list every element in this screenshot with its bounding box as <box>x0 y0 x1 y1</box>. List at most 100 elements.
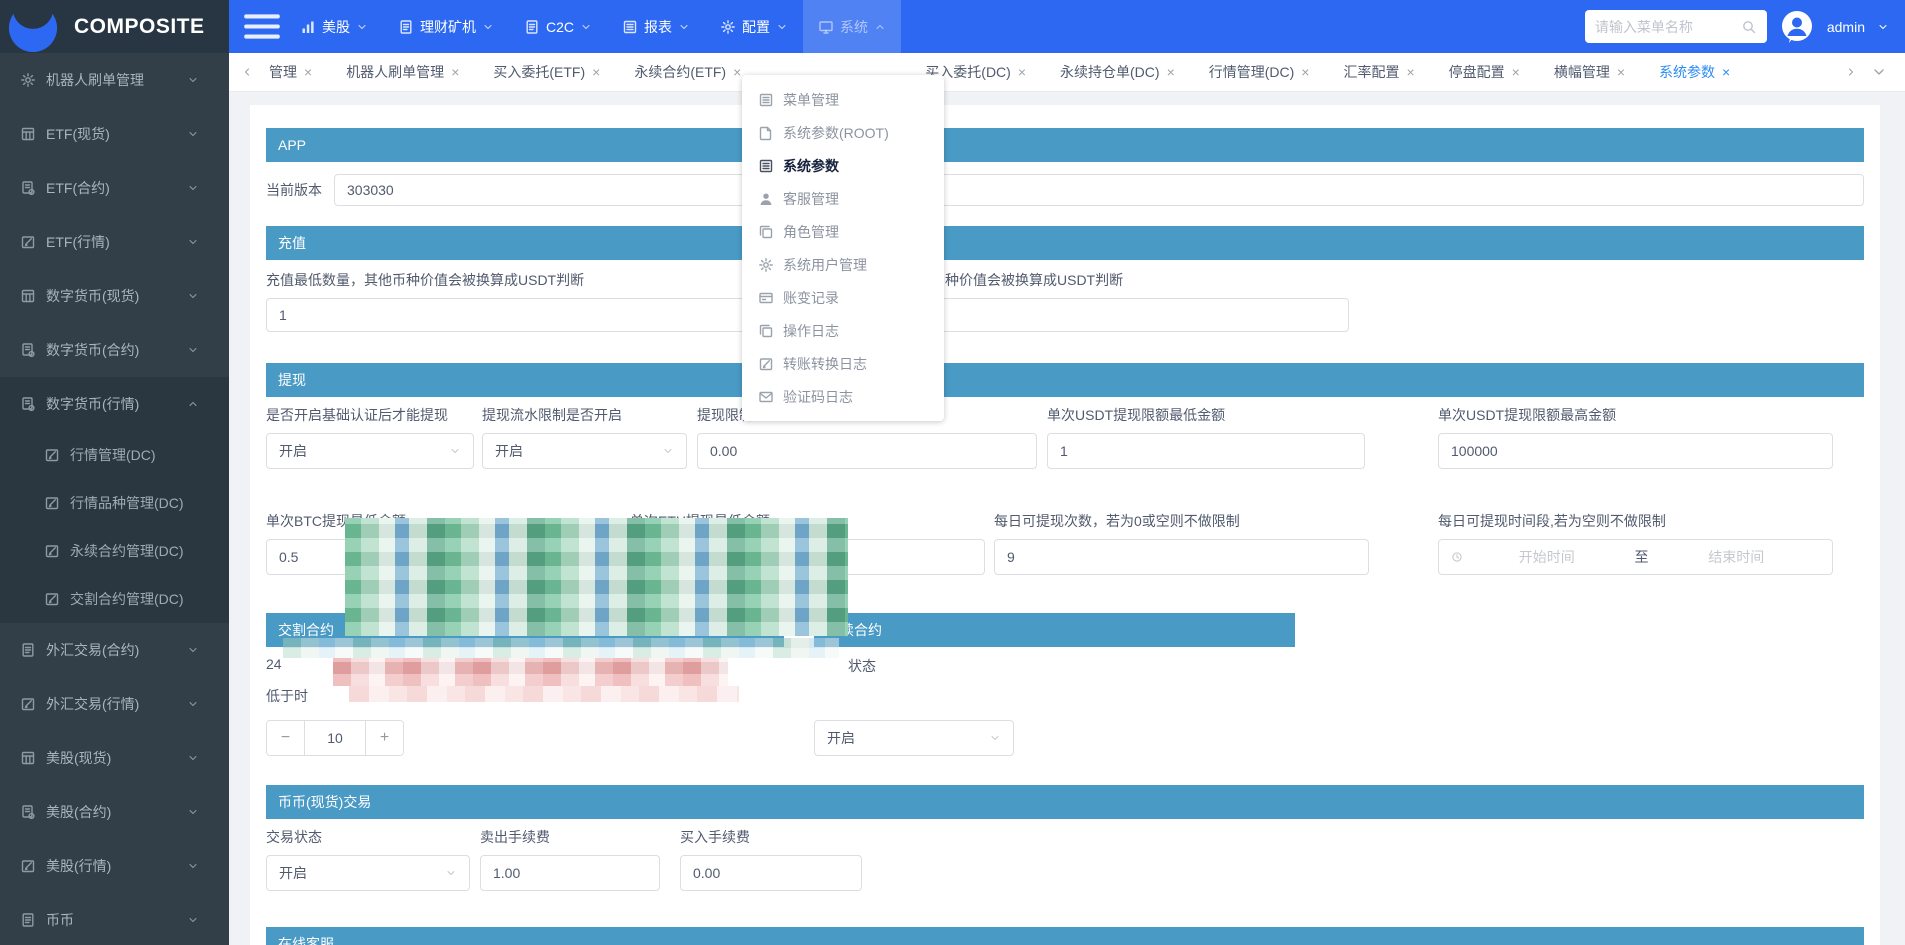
recharge-min-input[interactable]: 1 <box>266 298 801 332</box>
top-nav-item[interactable]: 报表 <box>607 0 705 53</box>
tab-close-icon[interactable]: × <box>304 64 312 80</box>
tab[interactable]: 永续合约(ETF) × <box>634 62 741 82</box>
withdraw-time-range-picker[interactable]: 开始时间 至 结束时间 <box>1438 539 1833 575</box>
sidebar-item[interactable]: 美股(行情) <box>0 839 229 893</box>
tab-close-icon[interactable]: × <box>451 64 459 80</box>
list-icon <box>622 19 638 35</box>
sidebar-item[interactable]: ETF(合约) <box>0 161 229 215</box>
eth-min-input[interactable] <box>630 539 985 575</box>
tab[interactable]: 机器人刷单管理 × <box>346 62 459 82</box>
tab-close-icon[interactable]: × <box>1722 64 1730 80</box>
start-time-placeholder[interactable]: 开始时间 <box>1463 547 1631 567</box>
sidebar-item-digital-currency-quotes[interactable]: 数字货币(行情) <box>0 377 229 431</box>
sidebar-item[interactable]: 外汇交易(行情) <box>0 677 229 731</box>
dropdown-menu-item[interactable]: 系统用户管理 <box>742 248 944 281</box>
top-nav-item[interactable]: 系统 <box>803 0 901 53</box>
username[interactable]: admin <box>1827 19 1865 35</box>
dropdown-menu-item[interactable]: 角色管理 <box>742 215 944 248</box>
top-nav-item-label: 配置 <box>742 17 770 37</box>
chevron-down-icon <box>187 128 199 140</box>
sidebar-item[interactable]: 数字货币(合约) <box>0 323 229 377</box>
avatar[interactable] <box>1779 9 1815 45</box>
sidebar-sub-item[interactable]: 行情品种管理(DC) <box>0 479 229 527</box>
dropdown-menu-item[interactable]: 验证码日志 <box>742 380 944 413</box>
sidebar-item[interactable]: 数字货币(现货) <box>0 269 229 323</box>
sidebar-item[interactable]: 币币 <box>0 893 229 945</box>
tab[interactable]: 系统参数 × <box>1659 62 1730 82</box>
stepper-plus-button[interactable]: + <box>365 721 403 755</box>
tab-close-icon[interactable]: × <box>592 64 600 80</box>
dropdown-menu-item[interactable]: 客服管理 <box>742 182 944 215</box>
version-input[interactable]: 303030 <box>334 174 1864 206</box>
tab-close-icon[interactable]: × <box>1617 64 1625 80</box>
copy-icon <box>758 323 774 339</box>
tab-close-icon[interactable]: × <box>1512 64 1520 80</box>
basic-auth-select[interactable]: 开启 <box>266 433 474 469</box>
top-nav-item[interactable]: 美股 <box>285 0 383 53</box>
tab-close-icon[interactable]: × <box>1406 64 1414 80</box>
dropdown-menu-item[interactable]: 系统参数(ROOT) <box>742 116 944 149</box>
end-time-placeholder[interactable]: 结束时间 <box>1653 547 1821 567</box>
chevron-down-icon[interactable] <box>1877 21 1889 33</box>
tabs-scroll-left-icon[interactable] <box>241 66 253 78</box>
tab[interactable]: 管理 × <box>269 62 312 82</box>
sidebar-item-label: 机器人刷单管理 <box>46 70 144 90</box>
doc-icon <box>398 19 414 35</box>
sidebar-sub-item[interactable]: 永续合约管理(DC) <box>0 527 229 575</box>
tab-label: 行情管理(DC) <box>1209 62 1295 82</box>
sidebar-item[interactable]: 美股(现货) <box>0 731 229 785</box>
tab-close-icon[interactable]: × <box>733 64 741 80</box>
sidebar-item[interactable]: ETF(现货) <box>0 107 229 161</box>
tab-close-icon[interactable]: × <box>1018 64 1026 80</box>
search-icon[interactable] <box>1741 19 1757 35</box>
mail-icon <box>758 389 774 405</box>
btc-min-input[interactable]: 0.5 <box>266 539 621 575</box>
buy-fee-input[interactable]: 0.00 <box>680 855 862 891</box>
tab-label: 系统参数 <box>1659 62 1715 82</box>
tab[interactable]: 汇率配置 × <box>1343 62 1414 82</box>
top-nav-item[interactable]: C2C <box>509 0 607 53</box>
top-nav-item[interactable]: 配置 <box>705 0 803 53</box>
sidebar-sub-item[interactable]: 交割合约管理(DC) <box>0 575 229 623</box>
dropdown-menu-item[interactable]: 操作日志 <box>742 314 944 347</box>
delivery-line1-prefix: 24 <box>266 656 282 672</box>
section-title: APP <box>278 137 306 153</box>
hamburger-icon[interactable] <box>239 0 285 53</box>
daily-count-input[interactable]: 9 <box>994 539 1369 575</box>
tab[interactable]: 永续持仓单(DC) × <box>1060 62 1175 82</box>
chevron-down-icon <box>187 698 199 710</box>
sidebar-item[interactable]: 美股(合约) <box>0 785 229 839</box>
perpetual-status-select[interactable]: 开启 <box>814 720 1014 756</box>
dropdown-menu-item[interactable]: 菜单管理 <box>742 83 944 116</box>
usdt-min-input[interactable]: 1 <box>1047 433 1365 469</box>
stepper-value[interactable]: 10 <box>305 721 365 755</box>
dropdown-menu-item[interactable]: 转账转换日志 <box>742 347 944 380</box>
top-nav-item[interactable]: 理财矿机 <box>383 0 509 53</box>
edit-icon <box>44 543 60 559</box>
tabs-menu-caret-icon[interactable] <box>1871 64 1887 80</box>
sidebar-sub-item[interactable]: 行情管理(DC) <box>0 431 229 479</box>
tab[interactable]: 横幅管理 × <box>1554 62 1625 82</box>
tabs-scroll-right-icon[interactable] <box>1845 66 1857 78</box>
tab-close-icon[interactable]: × <box>1301 64 1309 80</box>
flow-limit-select[interactable]: 开启 <box>482 433 687 469</box>
stepper-minus-button[interactable]: − <box>267 721 305 755</box>
tab-close-icon[interactable]: × <box>1167 64 1175 80</box>
trade-status-select[interactable]: 开启 <box>266 855 470 891</box>
withdraw-limit-input[interactable]: 0.00 <box>697 433 1037 469</box>
field-label: 每日可提现时间段,若为空则不做限制 <box>1438 511 1833 531</box>
sidebar-item[interactable]: 机器人刷单管理 <box>0 53 229 107</box>
dropdown-menu-item[interactable]: 账变记录 <box>742 281 944 314</box>
dropdown-menu-item[interactable]: 系统参数 <box>742 149 944 182</box>
tab[interactable]: 买入委托(ETF) × <box>493 62 600 82</box>
tab[interactable]: 行情管理(DC) × <box>1209 62 1310 82</box>
chevron-up-icon <box>187 398 199 410</box>
clock-icon <box>1451 551 1463 563</box>
tab[interactable]: 停盘配置 × <box>1449 62 1520 82</box>
sell-fee-input[interactable]: 1.00 <box>480 855 660 891</box>
doc-gear-icon <box>20 396 36 412</box>
sidebar-item[interactable]: ETF(行情) <box>0 215 229 269</box>
sidebar-item[interactable]: 外汇交易(合约) <box>0 623 229 677</box>
usdt-max-input[interactable]: 100000 <box>1438 433 1833 469</box>
menu-search-input[interactable]: 请输入菜单名称 <box>1585 10 1767 43</box>
